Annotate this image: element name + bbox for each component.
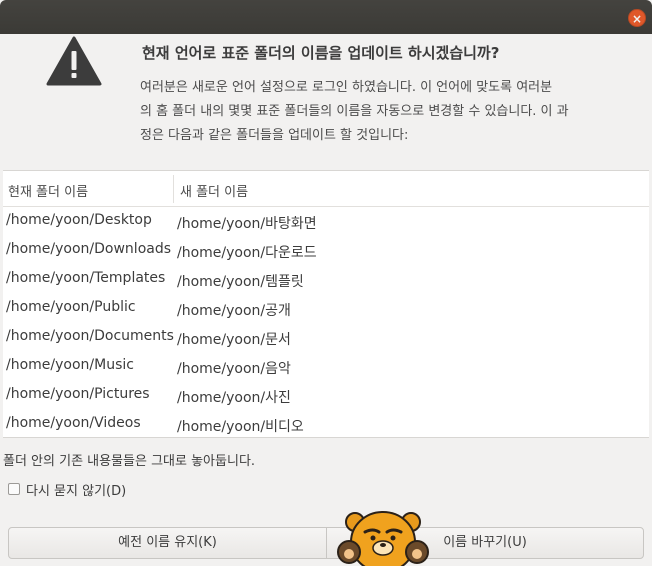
old-folder-cell: /home/yoon/Music bbox=[6, 357, 134, 373]
dialog-window: × 현재 언어로 표준 폴더의 이름을 업데이트 하시겠습니까? 여러분은 새로… bbox=[0, 0, 652, 566]
dont-ask-again-label[interactable]: 다시 묻지 않기(D) bbox=[26, 480, 126, 499]
close-button[interactable]: × bbox=[628, 9, 646, 27]
description-line: 의 홈 폴더 내의 몇몇 표준 폴더들의 이름을 자동으로 변경할 수 있습니다… bbox=[140, 104, 569, 119]
dialog-description: 여러분은 새로운 언어 설정으로 로그인 하였습니다. 이 언어에 맞도록 여러… bbox=[140, 76, 630, 148]
mascot-sticker bbox=[337, 511, 429, 566]
title-bar[interactable]: × bbox=[0, 0, 652, 34]
old-folder-cell: /home/yoon/Downloads bbox=[6, 241, 172, 257]
warning-icon bbox=[46, 36, 102, 86]
old-folder-cell: /home/yoon/Templates bbox=[6, 270, 166, 286]
new-folder-cell: /home/yoon/사진 bbox=[177, 390, 291, 406]
dont-ask-again-checkbox[interactable] bbox=[8, 483, 20, 495]
table-row[interactable]: /home/yoon/Music /home/yoon/음악 bbox=[3, 352, 649, 381]
description-line: 여러분은 새로운 언어 설정으로 로그인 하였습니다. 이 언어에 맞도록 여러… bbox=[140, 80, 553, 95]
keep-old-names-button[interactable]: 예전 이름 유지(K) bbox=[8, 527, 327, 559]
table-row[interactable]: /home/yoon/Videos /home/yoon/비디오 bbox=[3, 410, 649, 439]
old-folder-cell: /home/yoon/Desktop bbox=[6, 212, 152, 228]
table-row[interactable]: /home/yoon/Pictures /home/yoon/사진 bbox=[3, 381, 649, 410]
table-header: 현재 폴더 이름 새 폴더 이름 bbox=[3, 171, 649, 207]
new-folder-cell: /home/yoon/바탕화면 bbox=[177, 216, 317, 232]
old-folder-cell: /home/yoon/Documents bbox=[6, 328, 174, 344]
column-divider bbox=[173, 175, 174, 203]
table-row[interactable]: /home/yoon/Desktop /home/yoon/바탕화면 bbox=[3, 207, 649, 236]
old-folder-cell: /home/yoon/Pictures bbox=[6, 386, 150, 402]
table-row[interactable]: /home/yoon/Templates /home/yoon/템플릿 bbox=[3, 265, 649, 294]
new-folder-cell: /home/yoon/다운로드 bbox=[177, 245, 317, 261]
old-folder-cell: /home/yoon/Videos bbox=[6, 415, 141, 431]
new-folder-cell: /home/yoon/문서 bbox=[177, 332, 291, 348]
new-folder-cell: /home/yoon/음악 bbox=[177, 361, 291, 377]
contents-note: 폴더 안의 기존 내용물들은 그대로 놓아둡니다. bbox=[3, 454, 256, 469]
description-line: 정은 다음과 같은 폴더들을 업데이트 할 것입니다: bbox=[140, 128, 409, 143]
new-folder-cell: /home/yoon/템플릿 bbox=[177, 274, 304, 290]
column-header-old[interactable]: 현재 폴더 이름 bbox=[8, 181, 88, 200]
table-body: /home/yoon/Desktop /home/yoon/바탕화면 /home… bbox=[3, 207, 649, 439]
new-folder-cell: /home/yoon/공개 bbox=[177, 303, 291, 319]
table-row[interactable]: /home/yoon/Downloads /home/yoon/다운로드 bbox=[3, 236, 649, 265]
old-folder-cell: /home/yoon/Public bbox=[6, 299, 136, 315]
dialog-title: 현재 언어로 표준 폴더의 이름을 업데이트 하시겠습니까? bbox=[142, 44, 500, 62]
table-row[interactable]: /home/yoon/Documents /home/yoon/문서 bbox=[3, 323, 649, 352]
new-folder-cell: /home/yoon/비디오 bbox=[177, 419, 304, 435]
table-row[interactable]: /home/yoon/Public /home/yoon/공개 bbox=[3, 294, 649, 323]
column-header-new[interactable]: 새 폴더 이름 bbox=[180, 181, 248, 200]
folder-table[interactable]: 현재 폴더 이름 새 폴더 이름 /home/yoon/Desktop /hom… bbox=[3, 170, 649, 438]
